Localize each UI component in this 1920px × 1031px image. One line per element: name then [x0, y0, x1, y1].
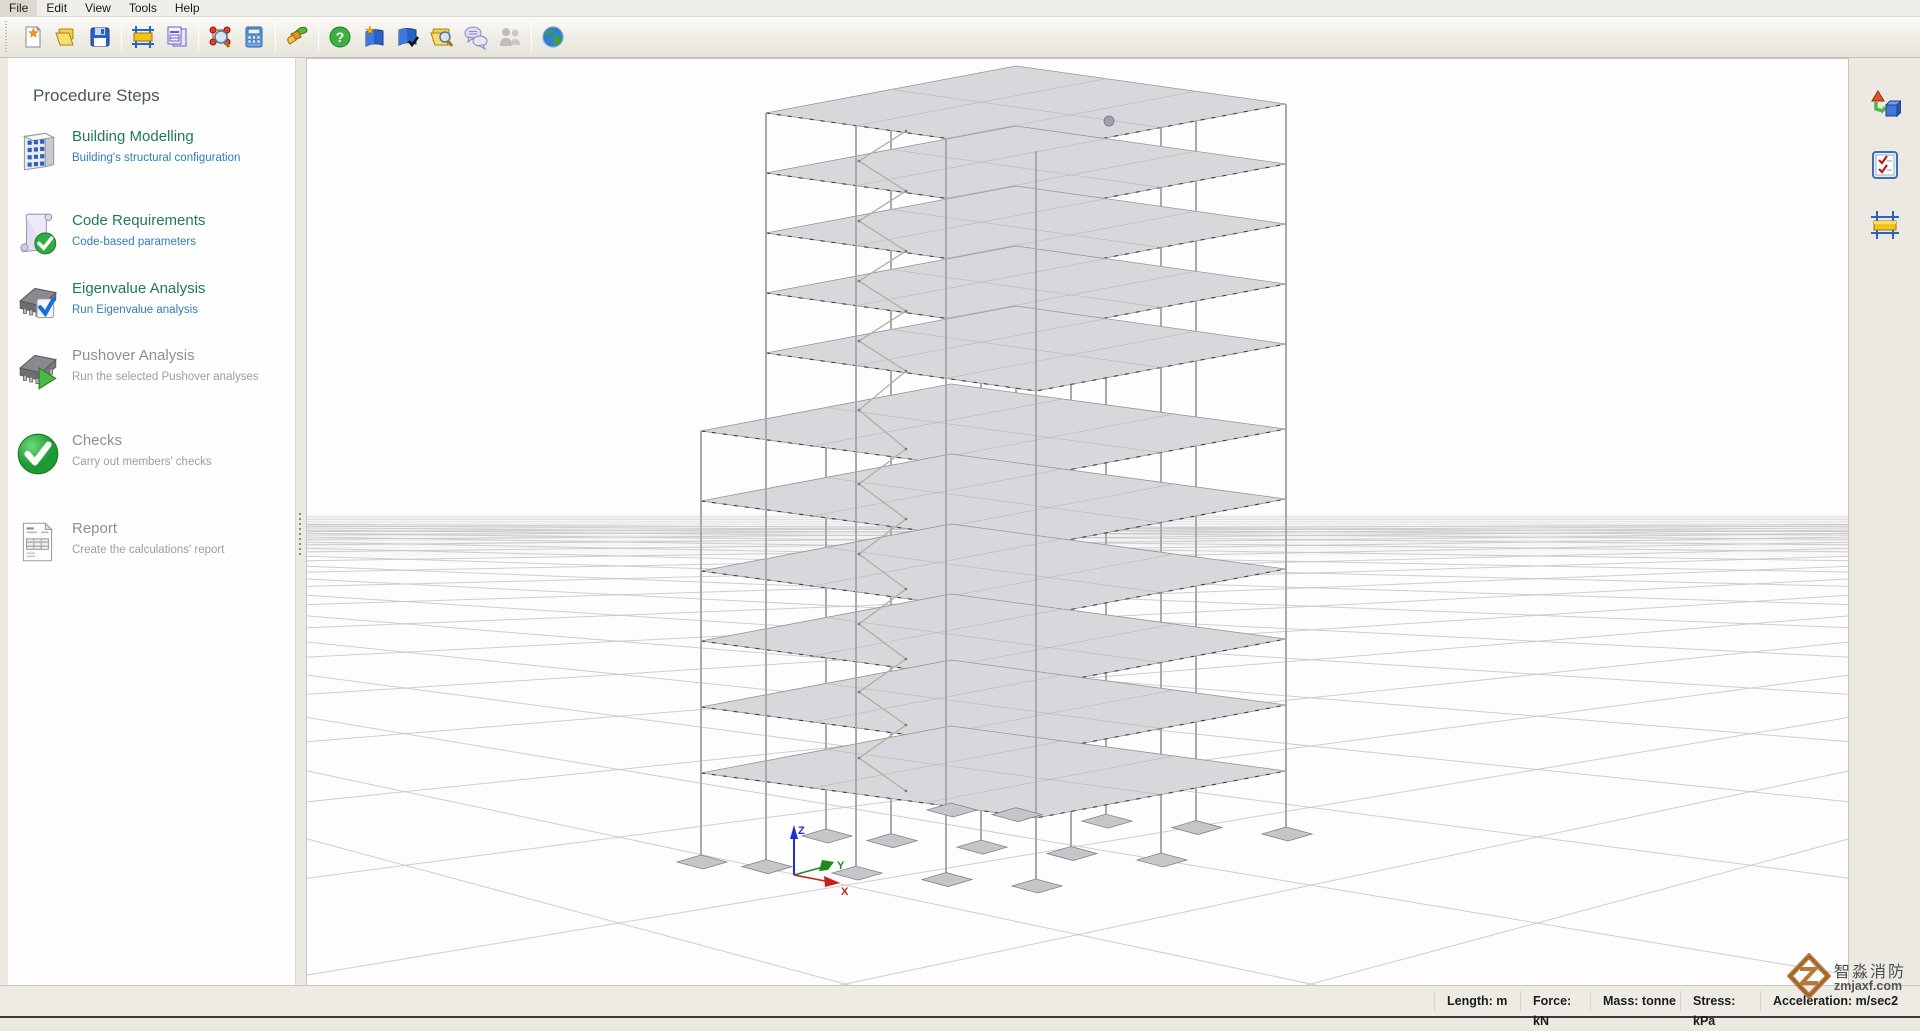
green-check-icon	[14, 430, 62, 478]
splitter-grip	[299, 513, 301, 557]
svg-text:★: ★	[28, 26, 39, 40]
main-toolbar: ★	[0, 17, 1920, 58]
menu-file[interactable]: File	[0, 0, 37, 16]
svg-text:?: ?	[336, 29, 345, 45]
report-doc-icon	[14, 518, 62, 566]
website-button[interactable]	[537, 21, 569, 53]
sidebar-item-label: Report	[72, 520, 117, 537]
calculator-icon	[241, 24, 267, 50]
sample-files-button[interactable]	[426, 21, 458, 53]
tutorial-button[interactable]: ★	[358, 21, 390, 53]
new-document-icon: ★	[19, 24, 45, 50]
procedure-steps-panel: Procedure Steps Building Modelling Build…	[8, 58, 296, 985]
axis-y-label: Y	[837, 860, 845, 872]
tutorial-book-icon: ★	[361, 24, 387, 50]
chip-check-icon	[14, 278, 62, 326]
svg-text:★: ★	[365, 25, 375, 37]
sidebar-item-description: Code-based parameters	[72, 236, 196, 248]
menu-view[interactable]: View	[76, 0, 120, 16]
code-scroll-icon	[14, 210, 62, 258]
toolbar-separator	[198, 22, 199, 52]
report-button[interactable]	[161, 21, 193, 53]
menu-help[interactable]: Help	[166, 0, 209, 16]
panel-splitter[interactable]	[296, 58, 306, 985]
sidebar-item-eigenvalue-analysis[interactable]: Eigenvalue Analysis Run Eigenvalue analy…	[8, 278, 294, 336]
brush-icon	[284, 24, 310, 50]
sidebar-item-checks[interactable]: Checks Carry out members' checks	[8, 430, 294, 488]
status-stress-unit: Stress: kPa	[1680, 991, 1760, 1011]
sidebar-item-description: Run the selected Pushover analyses	[72, 371, 259, 383]
sidebar-item-pushover-analysis[interactable]: Pushover Analysis Run the selected Pusho…	[8, 345, 294, 403]
sidebar-item-description: Building's structural configuration	[72, 152, 240, 164]
sidebar-item-label: Pushover Analysis	[72, 347, 195, 364]
report-pages-icon	[164, 24, 190, 50]
axis-z-label: Z	[798, 825, 805, 837]
view-3d-button[interactable]	[1866, 88, 1904, 126]
status-length-unit: Length: m	[1434, 991, 1520, 1011]
support-disabled-icon	[497, 24, 523, 50]
checklist-icon	[1870, 150, 1900, 185]
sidebar-item-code-requirements[interactable]: Code Requirements Code-based parameters	[8, 210, 294, 268]
calculator-button[interactable]	[238, 21, 270, 53]
checks-list-button[interactable]	[1866, 148, 1904, 186]
open-folder-icon	[53, 24, 79, 50]
toolbar-grip[interactable]	[4, 21, 9, 53]
toolbar-separator	[318, 22, 319, 52]
manual-book-icon	[395, 24, 421, 50]
building-icon	[14, 126, 62, 174]
model-viewport[interactable]: Z Y X	[306, 58, 1848, 985]
view-3d-icon	[1869, 89, 1901, 126]
beam-view-button[interactable]	[1866, 208, 1904, 246]
help-icon: ?	[327, 24, 353, 50]
menu-bar: File Edit View Tools Help	[0, 0, 1920, 17]
sidebar-item-description: Carry out members' checks	[72, 456, 212, 468]
sidebar-item-label: Building Modelling	[72, 128, 194, 145]
save-icon	[87, 24, 113, 50]
chip-play-icon	[14, 345, 62, 393]
help-button[interactable]: ?	[324, 21, 356, 53]
sidebar-item-description: Create the calculations' report	[72, 544, 224, 556]
search-folder-icon	[429, 24, 455, 50]
user-manual-button[interactable]	[392, 21, 424, 53]
status-mass-unit: Mass: tonne	[1590, 991, 1680, 1011]
toolbar-separator	[275, 22, 276, 52]
sidebar-item-report[interactable]: Report Create the calculations' report	[8, 518, 294, 576]
display-settings-button[interactable]	[281, 21, 313, 53]
model-search-icon	[207, 24, 233, 50]
sidebar-item-description: Run Eigenvalue analysis	[72, 304, 198, 316]
frame-model-icon	[130, 24, 156, 50]
menu-edit[interactable]: Edit	[37, 0, 76, 16]
sidebar-item-label: Checks	[72, 432, 122, 449]
sidebar-item-label: Code Requirements	[72, 212, 205, 229]
toolbar-separator	[531, 22, 532, 52]
save-button[interactable]	[84, 21, 116, 53]
new-document-button[interactable]: ★	[16, 21, 48, 53]
open-project-button[interactable]	[50, 21, 82, 53]
forum-icon	[463, 24, 489, 50]
sidebar-item-label: Eigenvalue Analysis	[72, 280, 205, 297]
status-force-unit: Force: kN	[1520, 991, 1590, 1011]
right-tool-strip	[1848, 58, 1920, 985]
website-globe-icon	[540, 24, 566, 50]
beam-frame-icon	[1869, 209, 1901, 246]
forum-button[interactable]	[460, 21, 492, 53]
building-model-button[interactable]	[127, 21, 159, 53]
sidebar-item-building-modelling[interactable]: Building Modelling Building's structural…	[8, 126, 294, 184]
menu-tools[interactable]: Tools	[120, 0, 166, 16]
support-button-disabled[interactable]	[494, 21, 526, 53]
panel-title: Procedure Steps	[33, 86, 160, 106]
status-acceleration-unit: Acceleration: m/sec2	[1760, 991, 1918, 1011]
model-viewer-button[interactable]	[204, 21, 236, 53]
status-bar: Length: m Force: kN Mass: tonne Stress: …	[0, 985, 1920, 1018]
axis-x-label: X	[841, 886, 849, 898]
toolbar-separator	[121, 22, 122, 52]
